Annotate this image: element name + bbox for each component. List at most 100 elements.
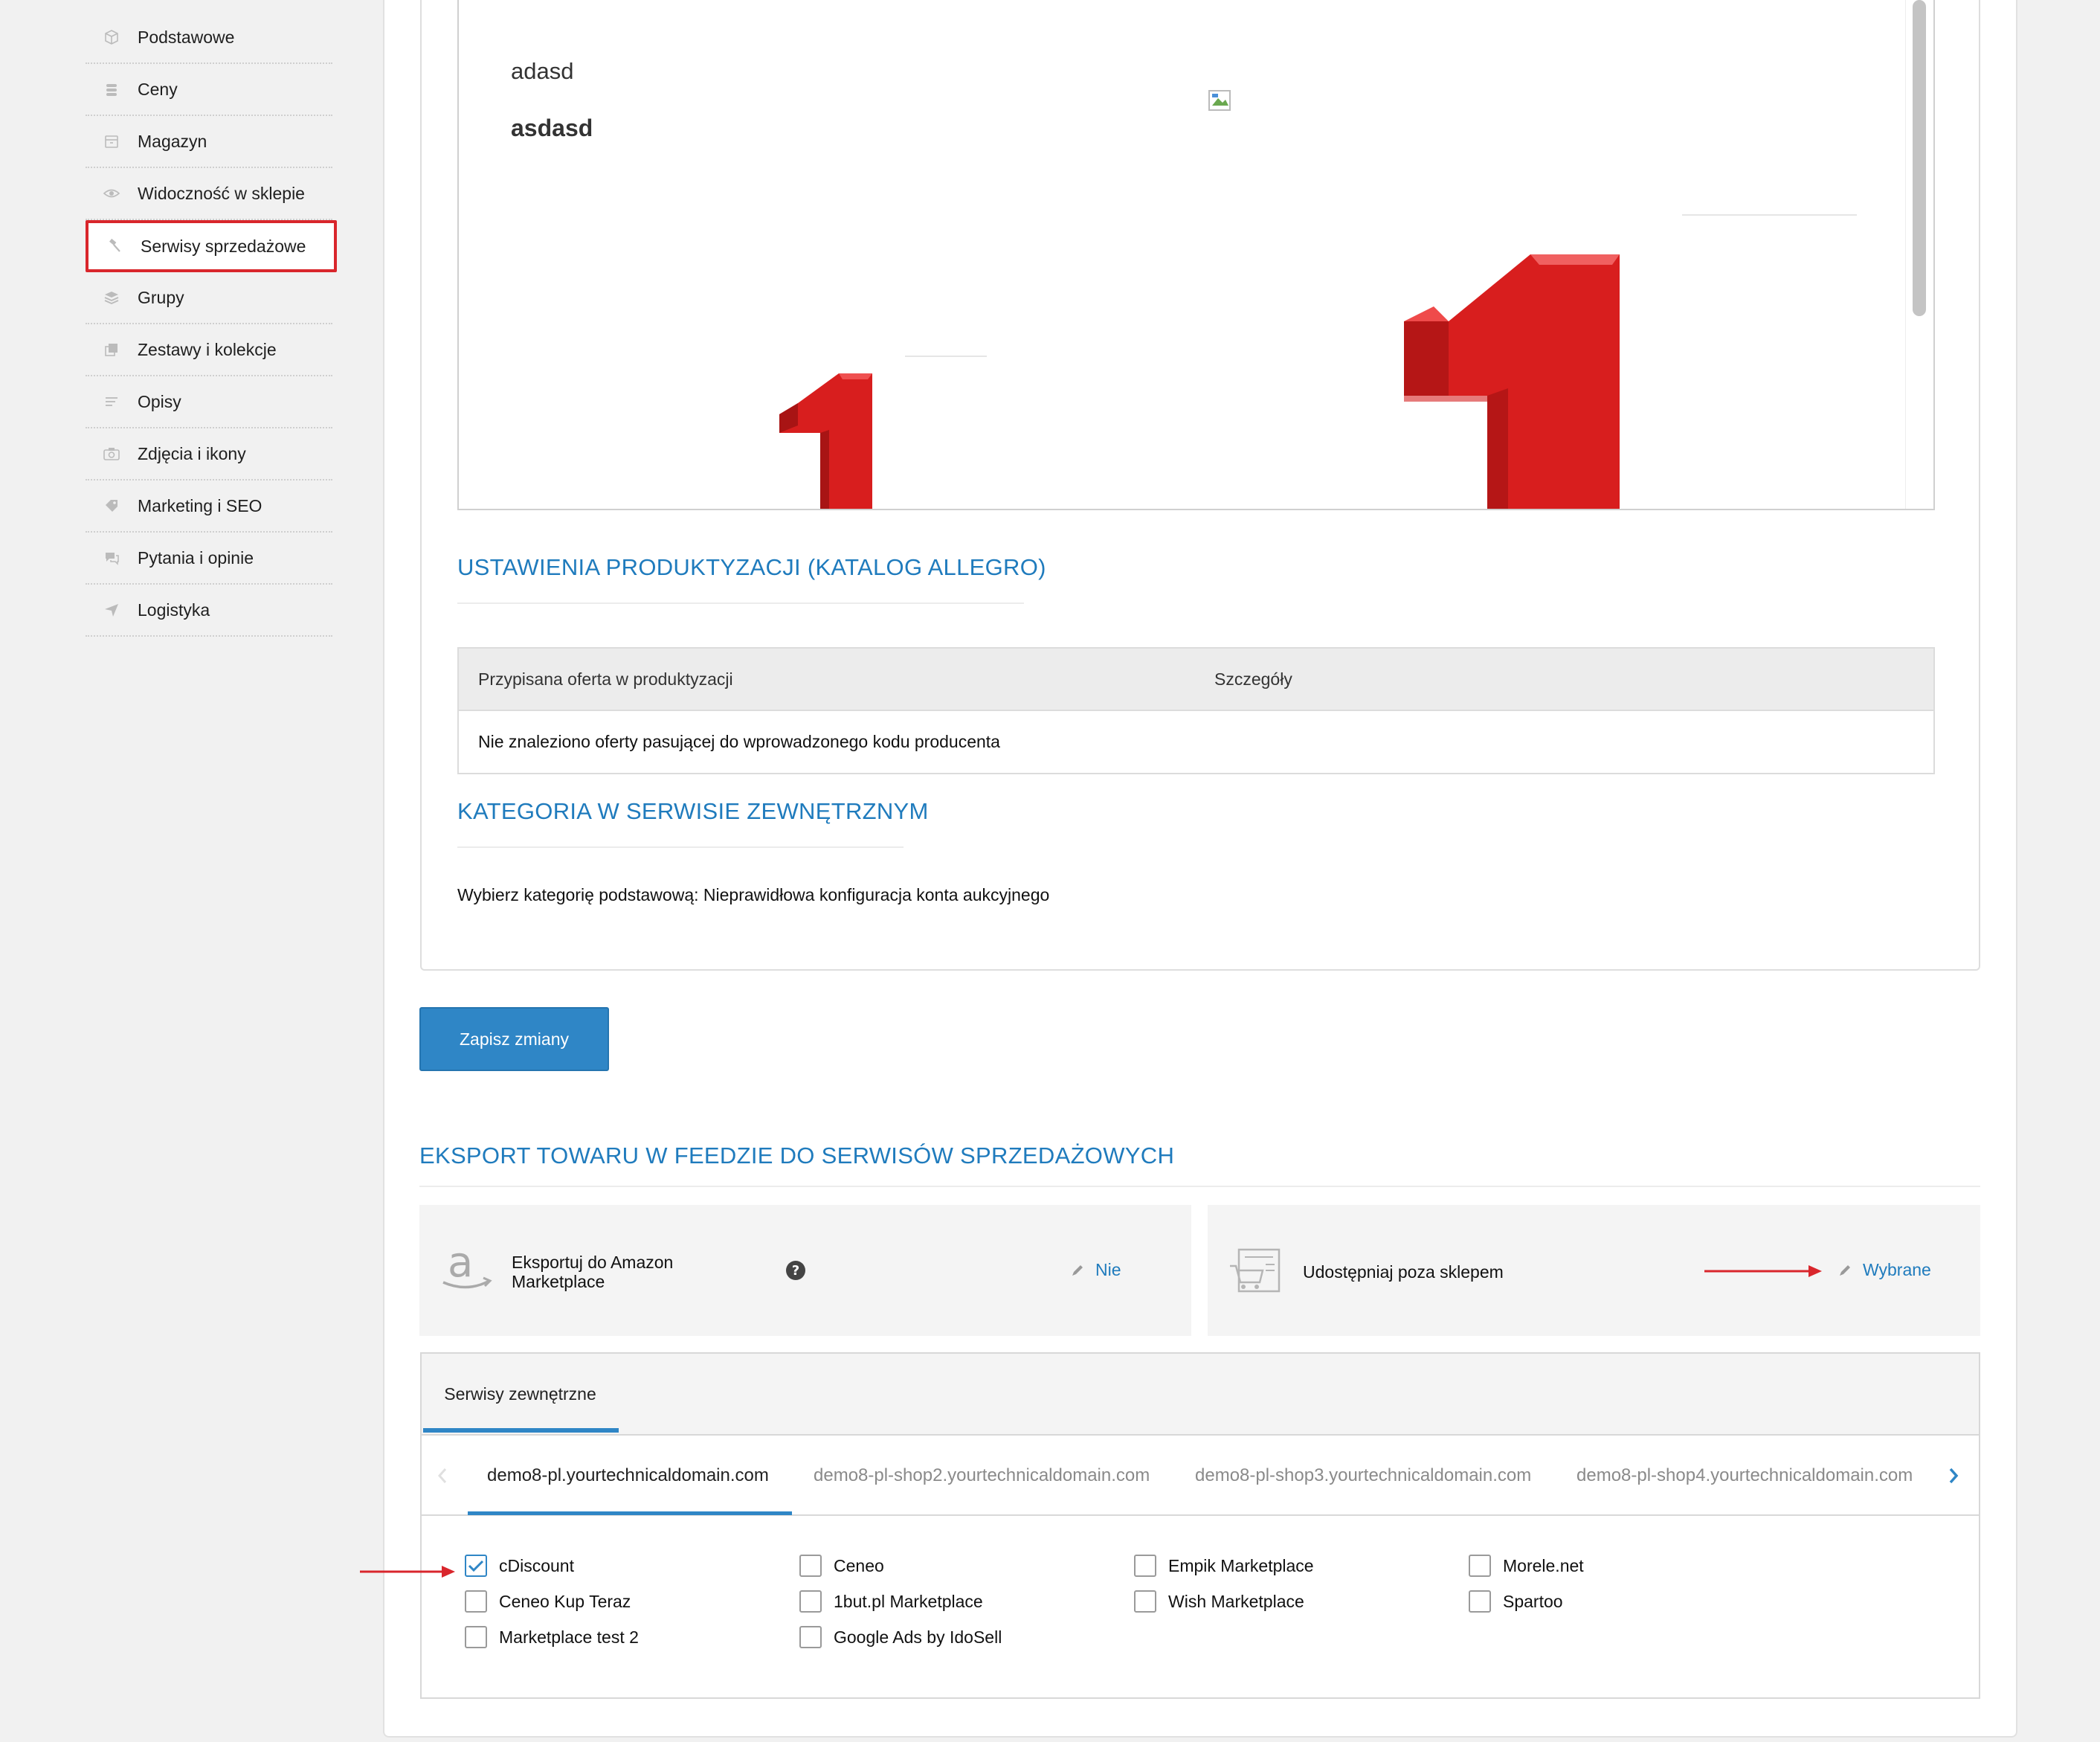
sidebar-item-pytania[interactable]: Pytania i opinie (86, 533, 332, 585)
checkbox-1but-marketplace[interactable]: 1but.pl Marketplace (799, 1590, 983, 1613)
category-heading: KATEGORIA W SERWISIE ZEWNĘTRZNYM (457, 798, 929, 824)
sidebar-item-grupy[interactable]: Grupy (86, 272, 332, 324)
coins-icon (86, 81, 138, 97)
svg-text:a: a (448, 1245, 473, 1287)
sidebar-item-logistyka[interactable]: Logistyka (86, 585, 332, 637)
heading-divider (419, 1186, 1980, 1187)
number-one-image (779, 373, 872, 509)
shop-cart-icon (1230, 1248, 1281, 1293)
archive-icon (86, 133, 138, 150)
checkbox-box[interactable] (465, 1590, 487, 1613)
checkbox-label: Ceneo Kup Teraz (499, 1591, 631, 1611)
sidebar-item-label: Ceny (138, 79, 178, 99)
heading-divider (457, 846, 904, 848)
share-outside-edit-link[interactable]: Wybrane (1838, 1260, 1931, 1280)
checkbox-label: Spartoo (1503, 1591, 1563, 1611)
checkbox-label: Morele.net (1503, 1555, 1584, 1575)
sidebar-item-label: Marketing i SEO (138, 495, 262, 515)
productization-table: Przypisana oferta w produktyzacji Szczeg… (457, 647, 1935, 774)
help-icon[interactable]: ? (785, 1260, 806, 1281)
checkbox-cdiscount[interactable]: cDiscount (465, 1555, 574, 1577)
save-changes-button[interactable]: Zapisz zmiany (419, 1007, 609, 1071)
checkbox-box[interactable] (799, 1555, 822, 1577)
sidebar-item-zdjecia[interactable]: Zdjęcia i ikony (86, 428, 332, 481)
checkbox-google-ads[interactable]: Google Ads by IdoSell (799, 1626, 1002, 1648)
productization-heading: USTAWIENIA PRODUKTYZACJI (KATALOG ALLEGR… (457, 554, 1046, 580)
sidebar-item-label: Serwisy sprzedażowe (141, 236, 306, 256)
checkbox-box[interactable] (1469, 1590, 1491, 1613)
preview-scrollbar-thumb[interactable] (1913, 0, 1926, 316)
checkbox-box[interactable] (799, 1590, 822, 1613)
checkbox-label: Ceneo (834, 1555, 884, 1575)
tab-domain-4[interactable]: demo8-pl-shop4.yourtechnicaldomain.com (1576, 1436, 1913, 1516)
text-lines-icon (86, 393, 138, 410)
checkbox-label: Marketplace test 2 (499, 1627, 639, 1647)
share-outside-label: Udostępniaj poza sklepem (1303, 1262, 1504, 1282)
share-outside-tile: Udostępniaj poza sklepem Wybrane (1208, 1205, 1980, 1336)
sidebar-item-podstawowe[interactable]: Podstawowe (86, 12, 332, 64)
sidebar-item-widocznosc[interactable]: Widoczność w sklepie (86, 168, 332, 220)
checkbox-wish-marketplace[interactable]: Wish Marketplace (1134, 1590, 1304, 1613)
number-one-image (1404, 254, 1620, 509)
chat-icon (86, 550, 138, 566)
sidebar-item-label: Grupy (138, 287, 184, 307)
sidebar-item-label: Magazyn (138, 131, 207, 151)
checkbox-marketplace-test-2[interactable]: Marketplace test 2 (465, 1626, 639, 1648)
chevron-right-icon[interactable] (1948, 1467, 1959, 1485)
checkbox-ceneo[interactable]: Ceneo (799, 1555, 884, 1577)
checkbox-label: cDiscount (499, 1555, 574, 1575)
sidebar-item-serwisy-sprzedazowe[interactable]: Serwisy sprzedażowe (86, 220, 337, 272)
tab-domain-3[interactable]: demo8-pl-shop3.yourtechnicaldomain.com (1195, 1436, 1531, 1516)
checkbox-ceneo-kup-teraz[interactable]: Ceneo Kup Teraz (465, 1590, 631, 1613)
checkbox-spartoo[interactable]: Spartoo (1469, 1590, 1563, 1613)
sidebar-item-ceny[interactable]: Ceny (86, 64, 332, 116)
eye-icon (86, 185, 138, 202)
tab-domain-2[interactable]: demo8-pl-shop2.yourtechnicaldomain.com (814, 1436, 1150, 1516)
checkbox-empik-marketplace[interactable]: Empik Marketplace (1134, 1555, 1314, 1577)
checkbox-box[interactable] (1134, 1555, 1156, 1577)
amazon-export-label-line: Marketplace (512, 1272, 605, 1291)
checkbox-label: 1but.pl Marketplace (834, 1591, 983, 1611)
sidebar-item-label: Logistyka (138, 600, 210, 620)
preview-text-bold: asdasd (511, 115, 593, 141)
checkbox-box[interactable] (465, 1555, 487, 1577)
checkbox-box[interactable] (1469, 1555, 1491, 1577)
external-services-card: Serwisy zewnętrzne demo8-pl.yourtechnica… (420, 1352, 1980, 1699)
amazon-icon: a (442, 1245, 492, 1289)
sidebar-item-opisy[interactable]: Opisy (86, 376, 332, 428)
table-empty-row: Nie znaleziono oferty pasującej do wprow… (478, 732, 1000, 751)
sidebar-item-label: Pytania i opinie (138, 547, 254, 568)
pencil-icon (1072, 1264, 1083, 1276)
sidebar-item-label: Zestawy i kolekcje (138, 339, 277, 359)
red-arrow-annotation (1704, 1265, 1822, 1277)
tag-icon (86, 498, 138, 514)
red-arrow-annotation (360, 1566, 455, 1578)
table-header-offer: Przypisana oferta w produktyzacji (478, 669, 733, 689)
pencil-icon (1840, 1264, 1850, 1276)
export-heading: EKSPORT TOWARU W FEEDZIE DO SERWISÓW SPR… (419, 1142, 1175, 1169)
amazon-export-label: Eksportuj do Amazon Marketplace (512, 1253, 673, 1291)
svg-text:?: ? (792, 1263, 799, 1279)
checkbox-box[interactable] (799, 1626, 822, 1648)
domain-tab-active-indicator (468, 1511, 792, 1515)
chevron-left-icon[interactable] (437, 1467, 448, 1485)
sidebar-item-marketing[interactable]: Marketing i SEO (86, 481, 332, 533)
stack-icon (86, 341, 138, 358)
tab-domain-1[interactable]: demo8-pl.yourtechnicaldomain.com (487, 1436, 769, 1516)
gavel-icon (88, 238, 141, 254)
description-preview[interactable]: adasd asdasd (457, 0, 1935, 510)
sidebar-item-zestawy[interactable]: Zestawy i kolekcje (86, 324, 332, 376)
preview-caption (905, 356, 987, 357)
sidebar-item-magazyn[interactable]: Magazyn (86, 116, 332, 168)
sidebar-item-label: Widoczność w sklepie (138, 183, 305, 203)
tab-external-services[interactable]: Serwisy zewnętrzne (422, 1354, 619, 1434)
checkbox-box[interactable] (465, 1626, 487, 1648)
amazon-export-value: Nie (1095, 1260, 1121, 1279)
table-header: Przypisana oferta w produktyzacji Szczeg… (459, 649, 1933, 711)
checkbox-label: Google Ads by IdoSell (834, 1627, 1002, 1647)
sidebar-item-label: Podstawowe (138, 27, 235, 47)
amazon-export-edit-link[interactable]: Nie (1070, 1260, 1121, 1280)
external-services-list: cDiscount Ceneo Kup Teraz Marketplace te… (422, 1516, 1979, 1697)
checkbox-morele[interactable]: Morele.net (1469, 1555, 1584, 1577)
checkbox-box[interactable] (1134, 1590, 1156, 1613)
